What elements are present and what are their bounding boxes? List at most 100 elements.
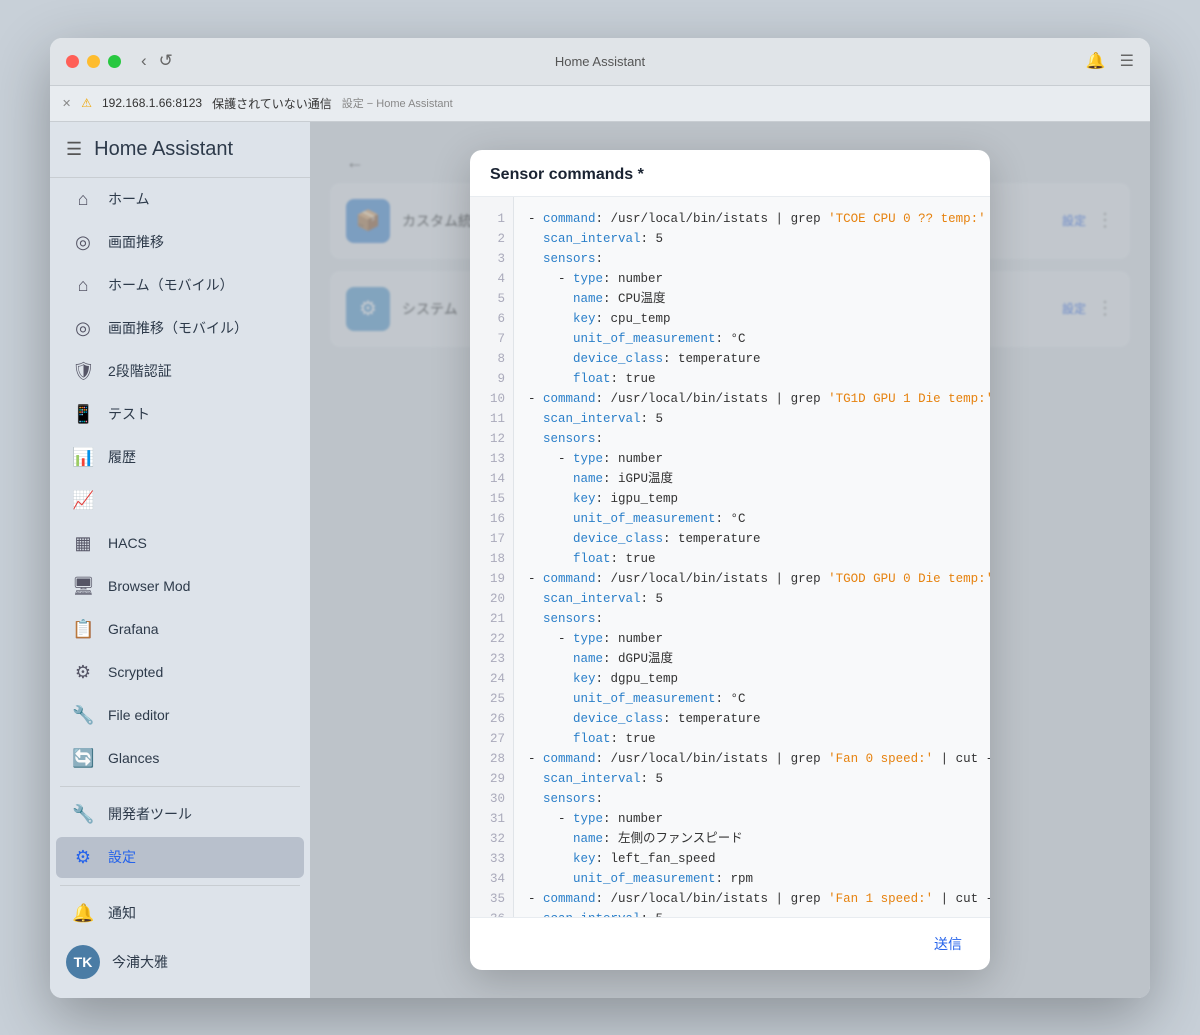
code-line: scan_interval: 5 — [528, 409, 976, 429]
settings-icon: ⚙ — [72, 847, 94, 868]
window-title: Home Assistant — [555, 54, 645, 69]
code-line: unit_of_measurement: °C — [528, 689, 976, 709]
sidebar-item-home-mobile[interactable]: ⌂ ホーム（モバイル） — [56, 265, 304, 306]
security-warning-icon: ⚠ — [81, 96, 92, 110]
sidebar: ☰ Home Assistant ⌂ ホーム ◎ 画面推移 ⌂ ホーム（モバイル… — [50, 122, 310, 998]
code-line: device_class: temperature — [528, 529, 976, 549]
browser-mod-icon: 🖥 — [72, 576, 94, 597]
code-line: - type: number — [528, 269, 976, 289]
sidebar-item-scrypted[interactable]: ⚙ Scrypted — [56, 652, 304, 693]
titlebar-actions: 🔔 ☰ — [1086, 51, 1134, 71]
sidebar-item-stats[interactable]: 📈 — [56, 480, 304, 521]
history-icon: 📊 — [72, 447, 94, 468]
modal-header: Sensor commands * — [470, 150, 990, 197]
sidebar-item-settings[interactable]: ⚙ 設定 — [56, 837, 304, 878]
code-line: - command: /usr/local/bin/istats | grep … — [528, 569, 976, 589]
sidebar-item-file-editor[interactable]: 🔧 File editor — [56, 695, 304, 736]
code-line: device_class: temperature — [528, 709, 976, 729]
nav-buttons: ‹ ↺ — [141, 51, 173, 71]
sidebar-divider — [60, 786, 300, 787]
sidebar-item-notifications-label: 通知 — [108, 903, 136, 923]
user-profile[interactable]: TK 今浦大雅 — [50, 935, 310, 989]
address-url[interactable]: 192.168.1.66:8123 — [102, 96, 202, 110]
content-area: ← 📦 カスタム統合 設定 ⋮ ⚙ — [310, 122, 1150, 998]
code-line: unit_of_measurement: °C — [528, 509, 976, 529]
sidebar-title: Home Assistant — [94, 138, 233, 161]
sidebar-item-browser-mod-label: Browser Mod — [108, 578, 190, 594]
sidebar-item-dev-tools[interactable]: 🔧 開発者ツール — [56, 794, 304, 835]
shield-icon: 🛡 — [72, 361, 94, 382]
code-editor: 1234567891011121314151617181920212223242… — [470, 197, 990, 917]
code-line: float: true — [528, 729, 976, 749]
code-line: scan_interval: 5 — [528, 229, 976, 249]
code-line: scan_interval: 5 — [528, 909, 976, 917]
minimize-button[interactable] — [87, 55, 100, 68]
sidebar-item-history-label: 履歴 — [108, 447, 136, 467]
code-line: - command: /usr/local/bin/istats | grep … — [528, 389, 976, 409]
code-line: key: left_fan_speed — [528, 849, 976, 869]
sidebar-item-glances[interactable]: 🔄 Glances — [56, 738, 304, 779]
test-icon: 📱 — [72, 404, 94, 425]
sidebar-item-test[interactable]: 📱 テスト — [56, 394, 304, 435]
sidebar-item-glances-label: Glances — [108, 750, 159, 766]
code-line: unit_of_measurement: rpm — [528, 869, 976, 889]
line-numbers: 1234567891011121314151617181920212223242… — [470, 197, 514, 917]
notifications-icon[interactable]: 🔔 — [1086, 51, 1106, 71]
overview-icon: ◎ — [72, 232, 94, 253]
code-line: key: igpu_temp — [528, 489, 976, 509]
scrypted-icon: ⚙ — [72, 662, 94, 683]
code-line: sensors: — [528, 789, 976, 809]
menu-icon[interactable]: ☰ — [1120, 51, 1134, 71]
code-line: - type: number — [528, 449, 976, 469]
sidebar-menu-icon[interactable]: ☰ — [66, 139, 82, 160]
code-line: - command: /usr/local/bin/istats | grep … — [528, 749, 976, 769]
addressbar: ✕ ⚠ 192.168.1.66:8123 保護されていない通信 設定 − Ho… — [50, 86, 1150, 122]
modal-footer: 送信 — [470, 917, 990, 970]
code-line: scan_interval: 5 — [528, 769, 976, 789]
sensor-commands-modal: Sensor commands * 1234567891011121314151… — [470, 150, 990, 970]
sidebar-item-grafana[interactable]: 📋 Grafana — [56, 609, 304, 650]
sidebar-item-hacs-label: HACS — [108, 535, 147, 551]
page-subtitle: 設定 − Home Assistant — [342, 95, 453, 111]
modal-body[interactable]: 1234567891011121314151617181920212223242… — [470, 197, 990, 917]
code-line: name: iGPU温度 — [528, 469, 976, 489]
back-button[interactable]: ‹ — [141, 51, 147, 71]
main-content: ☰ Home Assistant ⌂ ホーム ◎ 画面推移 ⌂ ホーム（モバイル… — [50, 122, 1150, 998]
code-line: device_class: temperature — [528, 349, 976, 369]
traffic-lights — [66, 55, 121, 68]
browser-window: ‹ ↺ Home Assistant 🔔 ☰ ✕ ⚠ 192.168.1.66:… — [50, 38, 1150, 998]
sidebar-item-notifications[interactable]: 🔔 通知 — [56, 893, 304, 934]
code-line: float: true — [528, 549, 976, 569]
code-line: float: true — [528, 369, 976, 389]
fullscreen-button[interactable] — [108, 55, 121, 68]
sidebar-item-overview-mobile[interactable]: ◎ 画面推移（モバイル） — [56, 308, 304, 349]
tab-close-button[interactable]: ✕ — [62, 97, 71, 110]
sidebar-item-grafana-label: Grafana — [108, 621, 159, 637]
sidebar-divider-bottom — [60, 885, 300, 886]
home-mobile-icon: ⌂ — [72, 275, 94, 296]
sidebar-item-overview[interactable]: ◎ 画面推移 — [56, 222, 304, 263]
code-line: - command: /usr/local/bin/istats | grep … — [528, 889, 976, 909]
sidebar-item-home[interactable]: ⌂ ホーム — [56, 179, 304, 220]
sidebar-item-hacs[interactable]: ▦ HACS — [56, 523, 304, 564]
close-button[interactable] — [66, 55, 79, 68]
sidebar-item-2fa[interactable]: 🛡 2段階認証 — [56, 351, 304, 392]
refresh-button[interactable]: ↺ — [159, 51, 173, 71]
sidebar-item-history[interactable]: 📊 履歴 — [56, 437, 304, 478]
code-line: - type: number — [528, 809, 976, 829]
titlebar: ‹ ↺ Home Assistant 🔔 ☰ — [50, 38, 1150, 86]
security-label: 保護されていない通信 — [212, 95, 332, 112]
code-line: name: 左側のファンスピード — [528, 829, 976, 849]
avatar: TK — [66, 945, 100, 979]
sidebar-item-settings-label: 設定 — [108, 847, 136, 867]
code-content[interactable]: - command: /usr/local/bin/istats | grep … — [514, 197, 990, 917]
glances-icon: 🔄 — [72, 748, 94, 769]
sidebar-header: ☰ Home Assistant — [50, 122, 310, 178]
sidebar-item-home-label: ホーム — [108, 189, 150, 209]
hacs-icon: ▦ — [72, 533, 94, 554]
sidebar-item-browser-mod[interactable]: 🖥 Browser Mod — [56, 566, 304, 607]
send-button[interactable]: 送信 — [926, 930, 970, 958]
user-name: 今浦大雅 — [112, 952, 168, 972]
code-line: sensors: — [528, 249, 976, 269]
file-editor-icon: 🔧 — [72, 705, 94, 726]
